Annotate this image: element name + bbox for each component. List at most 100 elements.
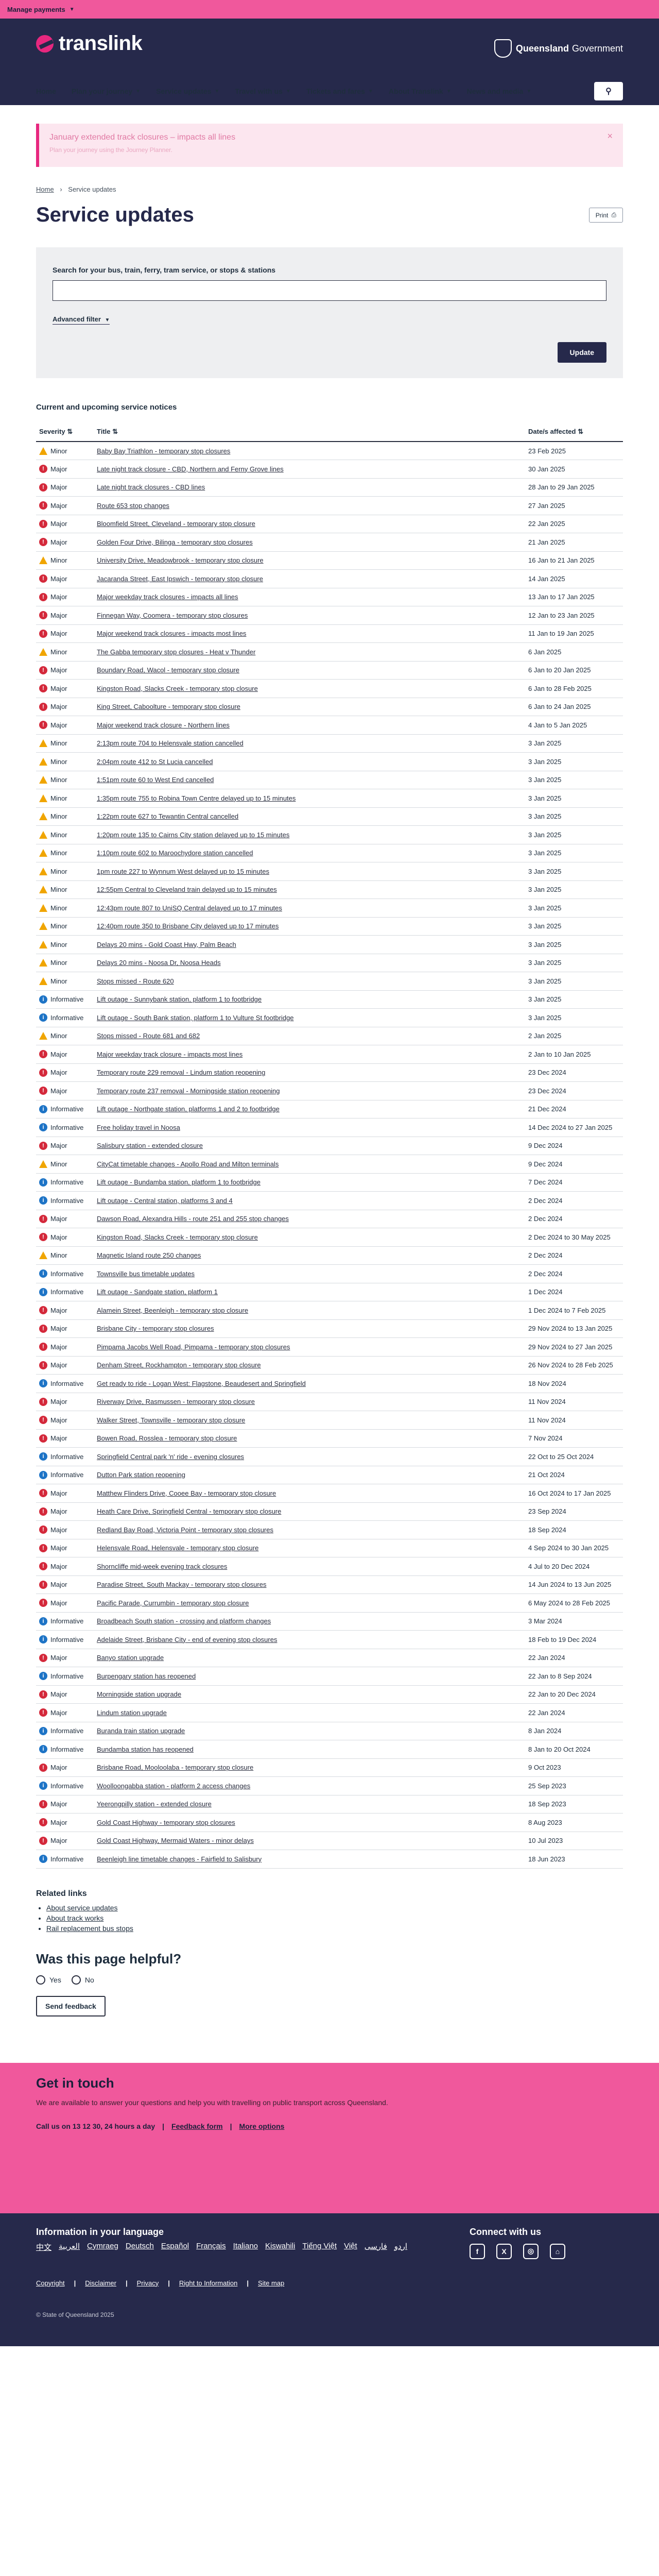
notice-link[interactable]: Broadbeach South station - crossing and … (97, 1617, 271, 1625)
print-button[interactable]: Print ⎙ (588, 208, 623, 223)
language-link[interactable]: 中文 (36, 2242, 51, 2252)
translink-logo[interactable]: translink (36, 32, 143, 55)
nav-item-plan-your-journey[interactable]: Plan your journey ▼ (72, 87, 141, 95)
footer-link[interactable]: Right to Information (179, 2279, 237, 2287)
feed-icon[interactable]: ⌂ (550, 2243, 565, 2259)
notice-link[interactable]: King Street, Caboolture - temporary stop… (97, 703, 240, 710)
instagram-icon[interactable]: ◎ (523, 2243, 539, 2259)
notice-link[interactable]: Delays 20 mins - Noosa Dr, Noosa Heads (97, 959, 221, 967)
notice-link[interactable]: Dutton Park station reopening (97, 1471, 185, 1479)
notice-link[interactable]: CityCat timetable changes - Apollo Road … (97, 1160, 279, 1168)
notice-link[interactable]: Get ready to ride - Logan West: Flagston… (97, 1380, 306, 1387)
notice-link[interactable]: Alamein Street, Beenleigh - temporary st… (97, 1307, 248, 1314)
footer-link[interactable]: Copyright (36, 2279, 65, 2287)
related-link[interactable]: Rail replacement bus stops (46, 1924, 623, 1933)
notice-link[interactable]: Temporary route 229 removal - Lindum sta… (97, 1069, 265, 1076)
notice-link[interactable]: 12:40pm route 350 to Brisbane City delay… (97, 922, 279, 930)
notice-link[interactable]: Stops missed - Route 620 (97, 977, 174, 985)
notice-link[interactable]: 1:22pm route 627 to Tewantin Central can… (97, 812, 238, 820)
notice-link[interactable]: Lindum station upgrade (97, 1709, 167, 1717)
update-button[interactable]: Update (557, 342, 606, 363)
title-header[interactable]: Title ⇅ (94, 422, 525, 442)
footer-link[interactable]: Privacy (137, 2279, 159, 2287)
notice-link[interactable]: Golden Four Drive, Bilinga - temporary s… (97, 538, 253, 546)
notice-link[interactable]: Lift outage - South Bank station, platfo… (97, 1014, 294, 1022)
notice-link[interactable]: Baby Bay Triathlon - temporary stop clos… (97, 447, 230, 455)
notice-link[interactable]: Pimpama Jacobs Well Road, Pimpama - temp… (97, 1343, 290, 1351)
notice-link[interactable]: Adelaide Street, Brisbane City - end of … (97, 1636, 277, 1643)
notice-link[interactable]: Gold Coast Highway, Mermaid Waters - min… (97, 1837, 254, 1844)
notice-link[interactable]: Jacaranda Street, East Ipswich - tempora… (97, 575, 263, 583)
language-link[interactable]: Cymraeg (87, 2242, 118, 2252)
no-option[interactable]: No (71, 1975, 94, 1985)
notice-link[interactable]: Riverway Drive, Rasmussen - temporary st… (97, 1398, 255, 1405)
yes-option[interactable]: Yes (36, 1975, 61, 1985)
send-feedback-button[interactable]: Send feedback (36, 1995, 106, 2016)
feedback-form-link[interactable]: Feedback form (171, 2122, 223, 2130)
notice-link[interactable]: Walker Street, Townsville - temporary st… (97, 1416, 245, 1424)
language-link[interactable]: Italiano (233, 2242, 258, 2252)
language-link[interactable]: Deutsch (126, 2242, 154, 2252)
notice-link[interactable]: Kingston Road, Slacks Creek - temporary … (97, 685, 258, 692)
notice-link[interactable]: Paradise Street, South Mackay - temporar… (97, 1581, 266, 1588)
date-header[interactable]: Date/s affected ⇅ (525, 422, 623, 442)
language-link[interactable]: اردو (394, 2242, 407, 2252)
language-link[interactable]: Tiếng Việt (302, 2242, 337, 2252)
close-icon[interactable]: × (607, 131, 613, 142)
notice-link[interactable]: Redland Bay Road, Victoria Point - tempo… (97, 1526, 273, 1534)
notice-link[interactable]: University Drive, Meadowbrook - temporar… (97, 556, 264, 564)
nav-item-news-and-media[interactable]: News and media ▼ (467, 87, 532, 95)
notice-link[interactable]: Lift outage - Bundamba station, platform… (97, 1178, 261, 1186)
notice-link[interactable]: Lift outage - Sunnybank station, platfor… (97, 995, 262, 1003)
notice-link[interactable]: Brisbane City - temporary stop closures (97, 1325, 214, 1332)
radio-yes[interactable] (36, 1975, 45, 1985)
notice-link[interactable]: Late night track closure - CBD, Northern… (97, 465, 284, 473)
nav-item-service-updates[interactable]: Service updates ▼ (156, 87, 219, 95)
notice-link[interactable]: Major weekend track closure - Northern l… (97, 721, 230, 729)
search-button[interactable]: ⚲ (594, 82, 623, 100)
language-link[interactable]: Français (196, 2242, 226, 2252)
notice-link[interactable]: Salisbury station - extended closure (97, 1142, 203, 1149)
notice-link[interactable]: Gold Coast Highway - temporary stop clos… (97, 1819, 235, 1826)
search-input[interactable] (53, 280, 606, 301)
notice-link[interactable]: Major weekday track closure - impacts mo… (97, 1050, 242, 1058)
notice-link[interactable]: Yeerongpilly station - extended closure (97, 1800, 212, 1808)
notice-link[interactable]: 1:20pm route 135 to Cairns City station … (97, 831, 289, 839)
alert-title[interactable]: January extended track closures – impact… (49, 133, 613, 142)
notice-link[interactable]: 12:55pm Central to Cleveland train delay… (97, 886, 277, 893)
more-options-link[interactable]: More options (239, 2122, 285, 2130)
nav-item-about-translink[interactable]: About Translink ▼ (389, 87, 452, 95)
nav-item-tickets-and-fares[interactable]: Tickets and fares ▼ (306, 87, 373, 95)
notice-link[interactable]: Major weekday track closures - impacts a… (97, 593, 238, 601)
notice-link[interactable]: Kingston Road, Slacks Creek - temporary … (97, 1233, 258, 1241)
notice-link[interactable]: Woolloongabba station - platform 2 acces… (97, 1782, 250, 1790)
notice-link[interactable]: Lift outage - Northgate station, platfor… (97, 1105, 280, 1113)
notice-link[interactable]: Bloomfield Street, Cleveland - temporary… (97, 520, 255, 528)
notice-link[interactable]: Magnetic Island route 250 changes (97, 1251, 201, 1259)
notice-link[interactable]: Free holiday travel in Noosa (97, 1124, 180, 1131)
manage-payments-link[interactable]: Manage payments (7, 6, 65, 13)
notice-link[interactable]: Townsville bus timetable updates (97, 1270, 195, 1278)
footer-link[interactable]: Disclaimer (85, 2279, 116, 2287)
notice-link[interactable]: Pacific Parade, Currumbin - temporary st… (97, 1599, 249, 1607)
notice-link[interactable]: 2:13pm route 704 to Helensvale station c… (97, 739, 244, 747)
notice-link[interactable]: 1pm route 227 to Wynnum West delayed up … (97, 868, 269, 875)
notice-link[interactable]: 1:10pm route 602 to Maroochydore station… (97, 849, 253, 857)
notice-link[interactable]: Buranda train station upgrade (97, 1727, 185, 1735)
notice-link[interactable]: Route 653 stop changes (97, 502, 169, 510)
notice-link[interactable]: Brisbane Road, Mooloolaba - temporary st… (97, 1764, 253, 1771)
language-link[interactable]: فارسی (365, 2242, 387, 2252)
notice-link[interactable]: The Gabba temporary stop closures - Heat… (97, 648, 255, 656)
notice-link[interactable]: 1:35pm route 755 to Robina Town Centre d… (97, 794, 296, 802)
x-icon[interactable]: X (496, 2243, 512, 2259)
notice-link[interactable]: 1:51pm route 60 to West End cancelled (97, 776, 214, 784)
language-link[interactable]: Việt (344, 2242, 357, 2252)
related-link[interactable]: About service updates (46, 1904, 623, 1912)
related-link[interactable]: About track works (46, 1914, 623, 1922)
notice-link[interactable]: Bundamba station has reopened (97, 1745, 194, 1753)
notice-link[interactable]: Morningside station upgrade (97, 1690, 181, 1698)
notice-link[interactable]: Lift outage - Sandgate station, platform… (97, 1288, 218, 1296)
language-link[interactable]: Kiswahili (265, 2242, 295, 2252)
notice-link[interactable]: 12:43pm route 807 to UniSQ Central delay… (97, 904, 282, 912)
breadcrumb-home[interactable]: Home (36, 185, 54, 193)
